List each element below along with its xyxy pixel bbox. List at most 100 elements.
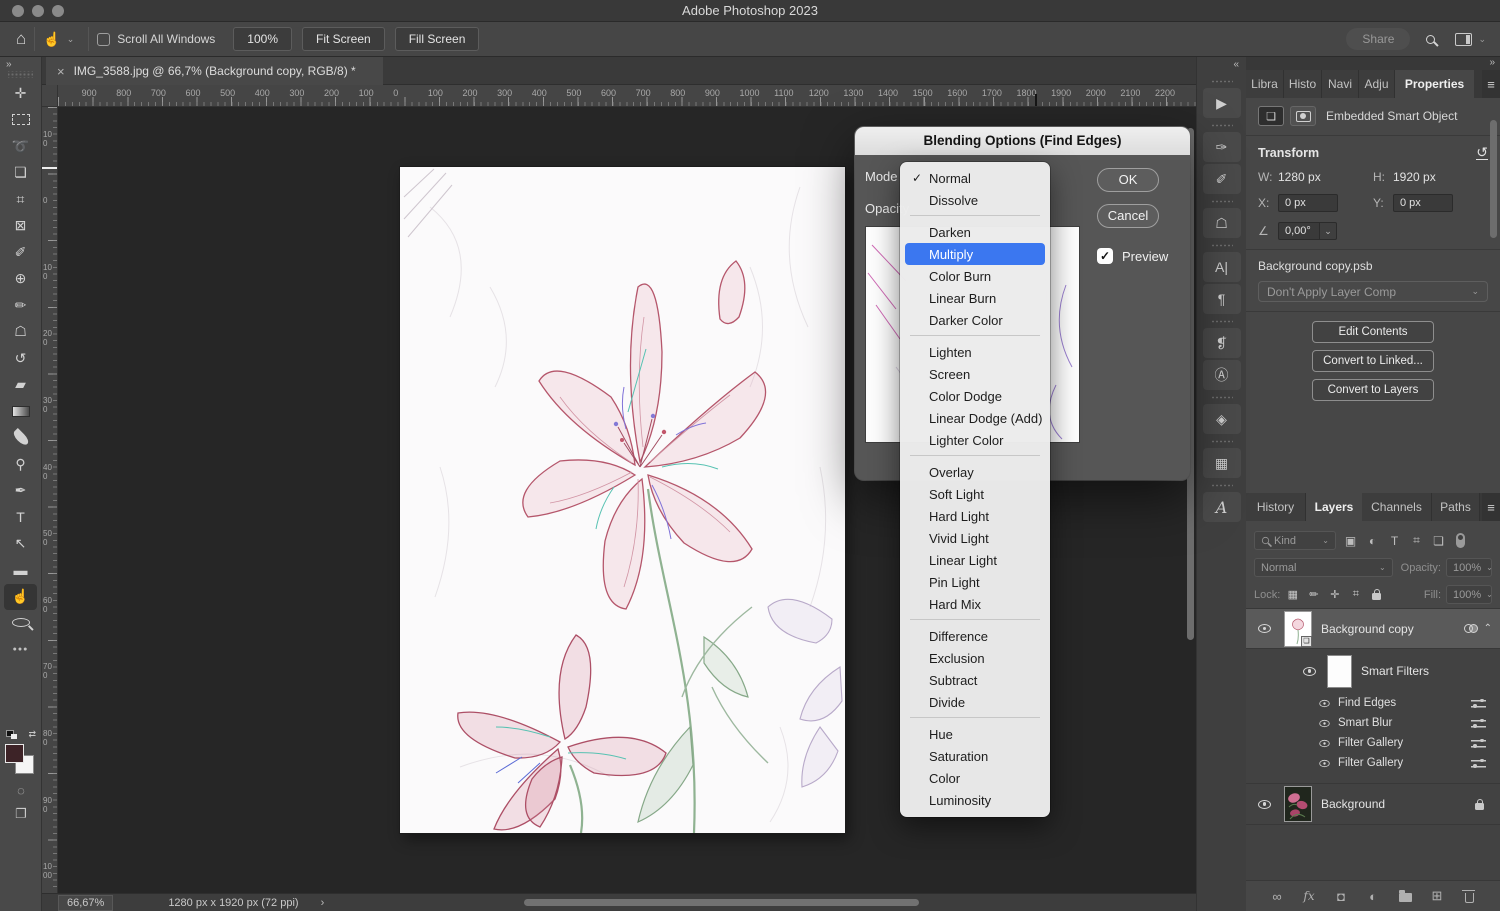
layer-name[interactable]: Background copy (1321, 622, 1414, 636)
toolbar-grip[interactable] (8, 71, 33, 78)
blend-mode-option[interactable]: ✓ Saturation (900, 745, 1050, 767)
hand-tool[interactable]: ☝ (4, 584, 37, 610)
blend-mode-option[interactable]: ✓ Hard Mix (900, 593, 1050, 615)
quick-mask-icon[interactable]: ◌ (0, 778, 42, 802)
filter-toggle-icon[interactable] (1454, 533, 1467, 548)
panel-tab[interactable]: Adju (1359, 70, 1395, 98)
default-colors-icon[interactable] (6, 730, 17, 739)
dock-collapse-icon[interactable]: « (1197, 57, 1246, 74)
layer-style-icon[interactable]: fx (1302, 889, 1317, 903)
patterns-icon[interactable]: ▦ (1203, 448, 1241, 478)
filter-shape-layers-icon[interactable]: ⌗ (1410, 533, 1423, 548)
smart-filter-row[interactable]: Filter Gallery (1246, 733, 1500, 753)
fill-select[interactable]: 100% ⌄ (1446, 585, 1492, 604)
lock-artboard-icon[interactable]: ⌗ (1349, 588, 1362, 601)
blend-mode-option[interactable]: ✓ Overlay (900, 461, 1050, 483)
smart-object-badge-icon[interactable]: ❏ (1258, 106, 1284, 126)
blend-mode-option[interactable]: ✓ Linear Dodge (Add) (900, 407, 1050, 429)
blend-mode-option[interactable]: ✓ Difference (900, 625, 1050, 647)
layer-thumbnail[interactable] (1284, 786, 1312, 822)
add-mask-icon[interactable]: ◘ (1334, 889, 1349, 904)
panel-collapse-icon[interactable]: » (1246, 57, 1500, 70)
eraser-tool[interactable]: ▰ (0, 372, 41, 399)
panel-tab[interactable]: History (1246, 493, 1306, 521)
link-layers-icon[interactable]: ∞ (1270, 889, 1285, 904)
panel-tab[interactable]: Navi (1322, 70, 1359, 98)
blend-mode-option[interactable]: ✓ Vivid Light (900, 527, 1050, 549)
horizontal-ruler[interactable]: 00 900 800 700 600 500 400 300 200 100 0… (58, 85, 1196, 107)
collapse-filters-icon[interactable]: ⌃ (1478, 623, 1500, 634)
filter-blending-options-icon[interactable] (1471, 698, 1486, 708)
pen-tool[interactable]: ✒ (0, 478, 41, 505)
blend-mode-option[interactable]: ✓ Color Dodge (900, 385, 1050, 407)
zoom-tool[interactable] (0, 610, 41, 637)
close-tab-icon[interactable]: × (46, 64, 74, 79)
blend-mode-option[interactable]: ✓ Divide (900, 691, 1050, 713)
blend-mode-option[interactable]: ✓ Lighten (900, 341, 1050, 363)
mask-properties-icon[interactable] (1290, 106, 1316, 126)
smart-filter-row[interactable]: Filter Gallery (1246, 753, 1500, 773)
lock-all-icon[interactable] (1370, 589, 1383, 600)
blend-mode-option[interactable]: ✓ Lighter Color (900, 429, 1050, 451)
filter-blending-options-icon[interactable] (1471, 718, 1486, 728)
blend-mode-option[interactable]: ✓ Linear Burn (900, 287, 1050, 309)
reset-transform-icon[interactable]: ↺ (1476, 145, 1488, 160)
crop-tool[interactable]: ⌗ (0, 186, 41, 213)
panel-menu-icon[interactable]: ≡ (1482, 493, 1500, 521)
character-icon[interactable]: A| (1203, 252, 1241, 282)
blend-mode-option[interactable]: ✓ Color (900, 767, 1050, 789)
marquee-tool[interactable] (0, 107, 41, 134)
blend-mode-option[interactable]: ✓ Pin Light (900, 571, 1050, 593)
glyphs-icon[interactable]: A (1203, 492, 1241, 522)
preview-checkbox[interactable]: ✓ (1097, 248, 1113, 264)
foreground-color-swatch[interactable] (5, 744, 24, 763)
lock-position-icon[interactable]: ✛ (1328, 588, 1341, 601)
fit-screen-button[interactable]: Fit Screen (302, 27, 385, 51)
type-tool[interactable]: T (0, 504, 41, 531)
share-button[interactable]: Share (1346, 28, 1410, 50)
visibility-icon[interactable] (1258, 624, 1271, 633)
home-icon[interactable]: ⌂ (16, 29, 26, 49)
convert-to-layers-button[interactable]: Convert to Layers (1312, 379, 1434, 401)
visibility-icon[interactable] (1319, 739, 1329, 746)
opacity-select[interactable]: 100% ⌄ (1446, 558, 1492, 577)
blend-mode-option[interactable]: ✓ Dissolve (900, 189, 1050, 211)
blur-tool[interactable] (0, 425, 41, 452)
blend-mode-option[interactable]: ✓ Color Burn (900, 265, 1050, 287)
toolbar-collapse-icon[interactable]: » (0, 57, 41, 70)
panel-tab[interactable]: Histo (1284, 70, 1322, 98)
visibility-icon[interactable] (1319, 719, 1329, 726)
document-tab[interactable]: × IMG_3588.jpg @ 66,7% (Background copy,… (46, 57, 383, 85)
layer-row-background-copy[interactable]: ❏ Background copy ⌃ (1246, 609, 1500, 649)
clone-stamp-tool[interactable]: ☖ (0, 319, 41, 346)
layer-blend-mode-select[interactable]: Normal ⌄ (1254, 558, 1393, 577)
layer-name[interactable]: Background (1321, 797, 1385, 811)
object-selection-tool[interactable]: ❏ (0, 160, 41, 187)
x-field[interactable]: 0 px (1278, 194, 1338, 212)
new-layer-icon[interactable]: ⊞ (1430, 888, 1445, 904)
filter-blending-options-icon[interactable] (1471, 738, 1486, 748)
smart-filters-row[interactable]: Smart Filters (1246, 649, 1500, 693)
filter-adjustment-layers-icon[interactable]: ◐ (1366, 534, 1379, 548)
blend-mode-option[interactable]: ✓ Darken (900, 221, 1050, 243)
blend-mode-option[interactable]: ✓ Screen (900, 363, 1050, 385)
lock-transparent-icon[interactable]: ▦ (1286, 588, 1299, 601)
healing-brush-tool[interactable]: ⊕ (0, 266, 41, 293)
move-tool[interactable]: ✛ (0, 80, 41, 107)
character-styles-icon[interactable]: Ⓐ (1203, 360, 1241, 390)
blend-mode-option[interactable]: ✓ Luminosity (900, 789, 1050, 811)
panel-tab[interactable]: Channels (1362, 493, 1432, 521)
gradient-tool[interactable] (0, 398, 41, 425)
panel-tab[interactable]: Layers (1306, 493, 1362, 521)
eyedropper-tool[interactable]: ✐ (0, 239, 41, 266)
new-group-icon[interactable] (1398, 890, 1413, 902)
brush-tool[interactable]: ✏ (0, 292, 41, 319)
dodge-tool[interactable]: ⚲ (0, 451, 41, 478)
hand-tool-icon[interactable]: ☝ (43, 31, 60, 48)
shape-tool[interactable]: ▬ (0, 557, 41, 584)
swap-colors-icon[interactable]: ⇄ (28, 729, 36, 740)
history-brush-tool[interactable]: ↺ (0, 345, 41, 372)
paragraph-styles-icon[interactable]: ❡ (1203, 328, 1241, 358)
filter-kind-select[interactable]: Kind ⌄ (1254, 531, 1336, 550)
blend-mode-option[interactable]: ✓ Subtract (900, 669, 1050, 691)
